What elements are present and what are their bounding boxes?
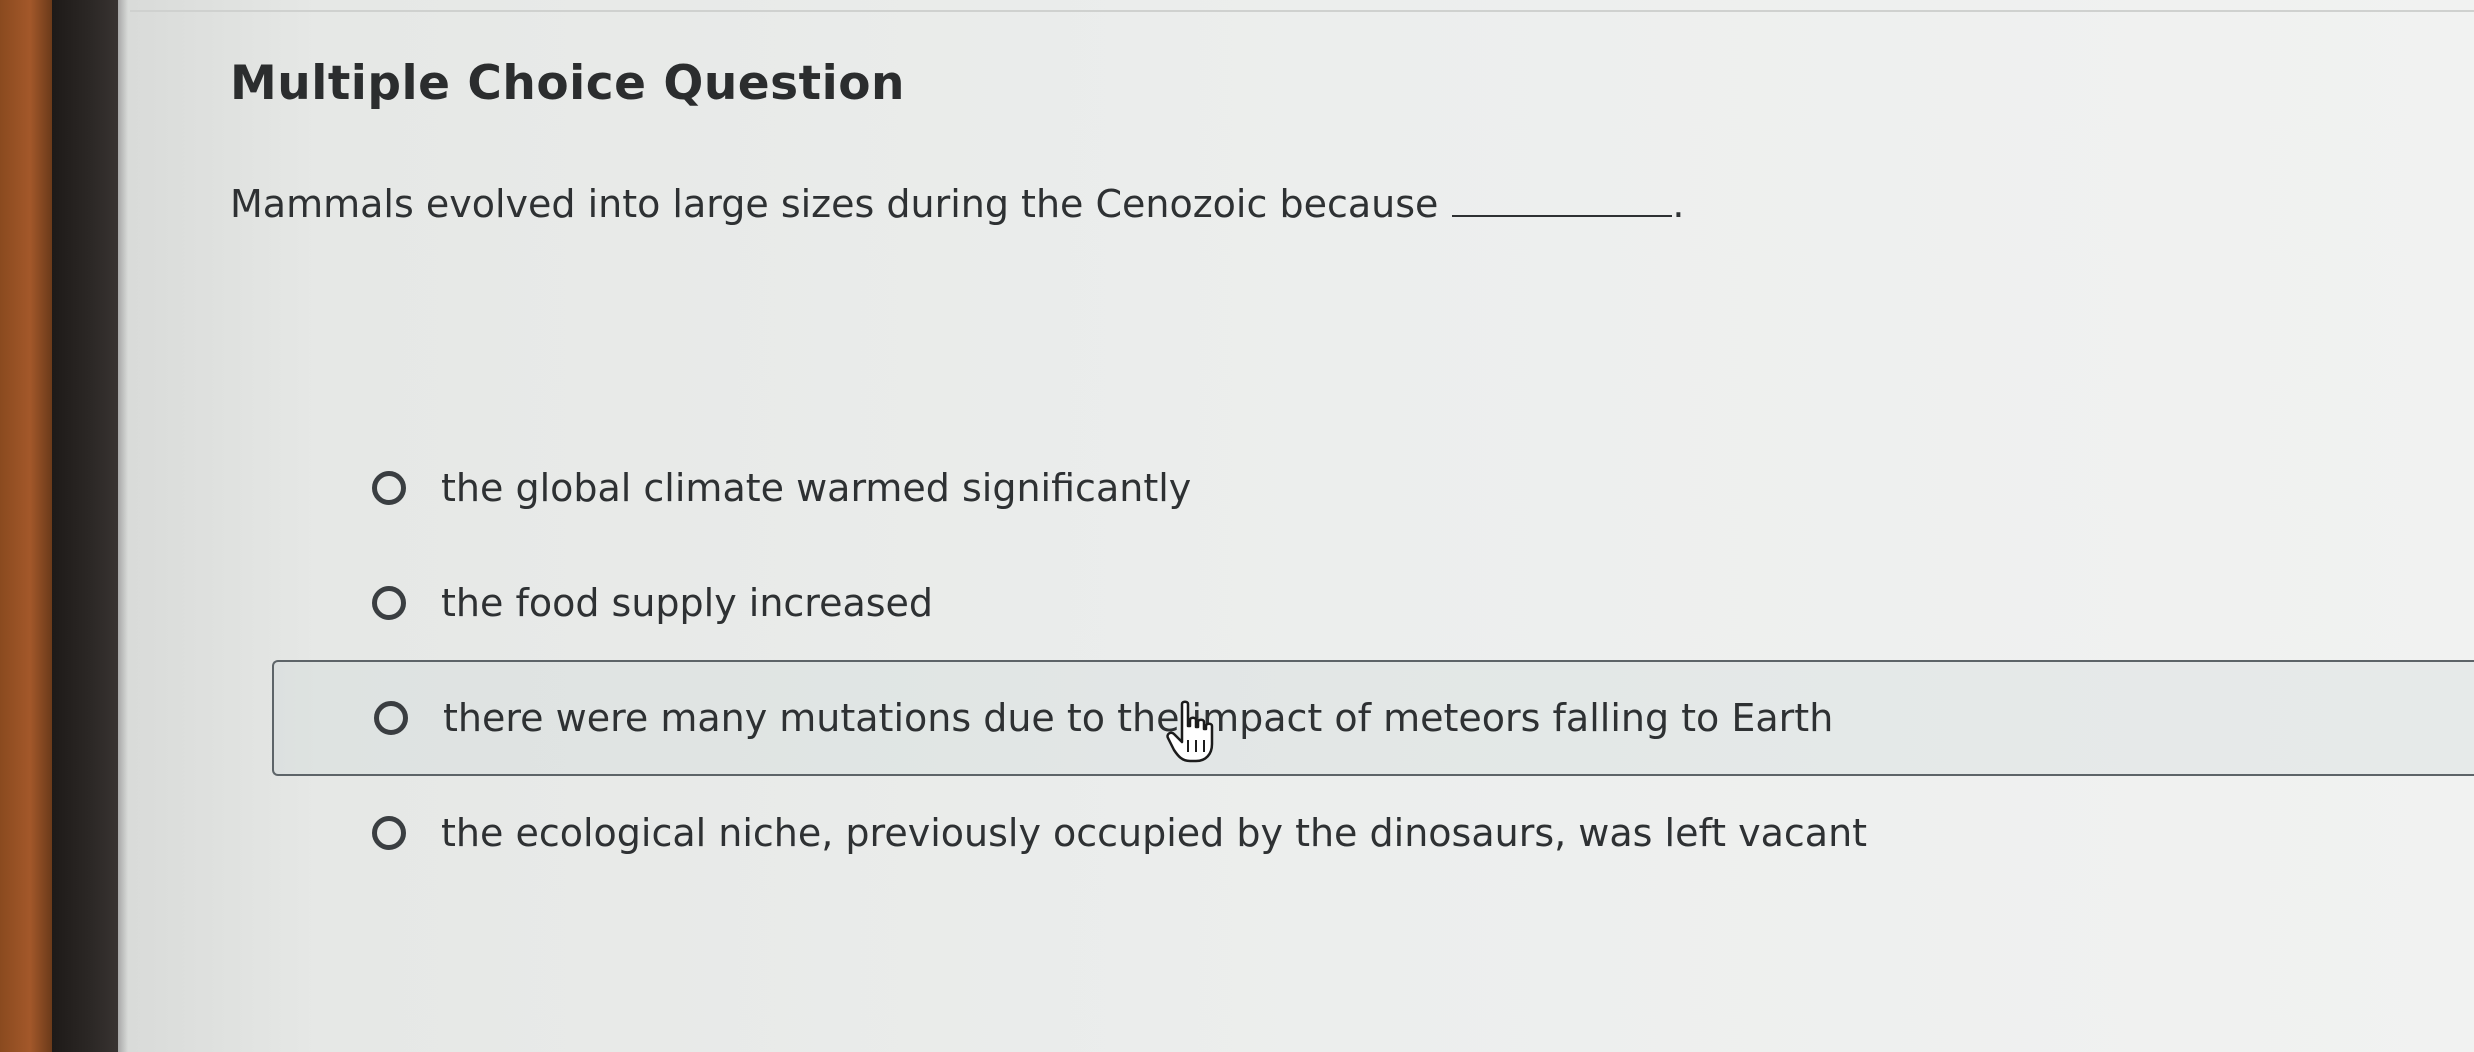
answer-option-2[interactable]: the food supply increased [272, 545, 2474, 661]
answer-option-3[interactable]: there were many mutations due to the imp… [272, 660, 2474, 776]
hand-pointer-icon [1166, 700, 1214, 763]
radio-button-1[interactable] [372, 471, 406, 505]
answer-option-label: the ecological niche, previously occupie… [441, 811, 1868, 855]
question-type-title: Multiple Choice Question [230, 56, 905, 111]
screen-edge [118, 0, 128, 1052]
monitor-bezel [52, 0, 122, 1052]
question-prompt-text: Mammals evolved into large sizes during … [230, 182, 1439, 226]
photo-frame: Multiple Choice Question Mammals evolved… [0, 0, 2474, 1052]
answer-option-label: there were many mutations due to the imp… [443, 696, 1834, 740]
radio-button-3[interactable] [374, 701, 408, 735]
top-divider [130, 10, 2474, 12]
radio-button-2[interactable] [372, 586, 406, 620]
question-prompt: Mammals evolved into large sizes during … [230, 182, 1685, 226]
answer-option-1[interactable]: the global climate warmed significantly [272, 430, 2474, 546]
fill-in-blank [1452, 215, 1673, 217]
answer-option-4[interactable]: the ecological niche, previously occupie… [272, 775, 2474, 891]
answer-option-label: the global climate warmed significantly [441, 466, 1192, 510]
question-prompt-end: . [1672, 182, 1685, 226]
radio-button-4[interactable] [372, 816, 406, 850]
answer-option-label: the food supply increased [441, 581, 934, 625]
